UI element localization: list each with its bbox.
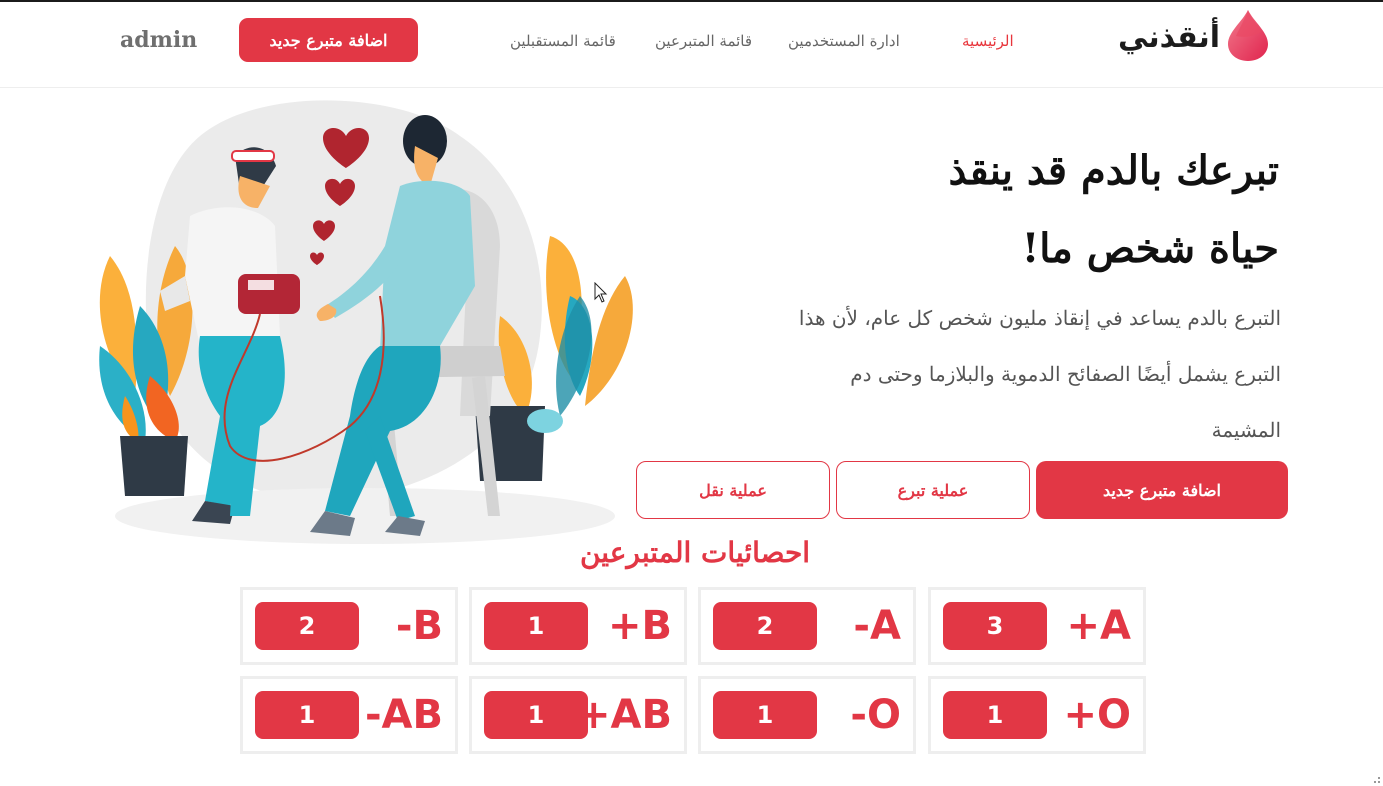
brand-name: أنقذني [1118, 20, 1221, 55]
resize-grip-icon[interactable] [1371, 774, 1381, 784]
nav-link-recipients-list[interactable]: قائمة المستقبلين [510, 32, 616, 50]
stat-card-o-positive: 1 O+ [928, 676, 1146, 754]
stat-count: 2 [713, 602, 817, 650]
stat-count: 1 [255, 691, 359, 739]
stat-count: 2 [255, 602, 359, 650]
blood-type-stats-grid: 3 A+ 2 A- 1 B+ 2 B- 1 O+ 1 O- 1 AB+ 1 AB… [240, 587, 1146, 755]
hero-description-line-2: التبرع يشمل أيضًا الصفائح الدموية والبلا… [850, 362, 1281, 386]
stat-card-a-negative: 2 A- [698, 587, 916, 665]
blood-type-label: O+ [1063, 692, 1131, 738]
hero-description: التبرع بالدم يساعد في إنقاذ مليون شخص كل… [681, 290, 1281, 458]
stats-title: احصائيات المتبرعين [579, 536, 811, 569]
stat-card-b-positive: 1 B+ [469, 587, 687, 665]
stat-count: 1 [484, 691, 588, 739]
stat-count: 1 [943, 691, 1047, 739]
blood-type-label: B+ [607, 603, 672, 649]
stat-card-a-positive: 3 A+ [928, 587, 1146, 665]
stat-card-b-negative: 2 B- [240, 587, 458, 665]
stat-card-o-negative: 1 O- [698, 676, 916, 754]
blood-donation-illustration [99, 100, 633, 544]
blood-type-label: AB+ [577, 692, 672, 738]
add-donor-button[interactable]: اضافة متبرع جديد [1036, 461, 1288, 519]
blood-type-label: O- [850, 692, 901, 738]
hero-title-line-1: تبرعك بالدم قد ينقذ [948, 147, 1279, 194]
transfer-operation-button[interactable]: عملية نقل [636, 461, 830, 519]
nav-link-home[interactable]: الرئيسية [962, 32, 1014, 50]
stat-card-ab-positive: 1 AB+ [469, 676, 687, 754]
blood-type-label: AB- [364, 692, 443, 738]
hero-description-line-3: المشيمة [1211, 418, 1281, 442]
mouse-pointer-icon [594, 282, 608, 303]
nav-link-donors-list[interactable]: قائمة المتبرعين [655, 32, 752, 50]
donation-operation-button[interactable]: عملية تبرع [836, 461, 1030, 519]
nav-link-users-management[interactable]: ادارة المستخدمين [788, 32, 900, 50]
blood-type-label: B- [395, 603, 443, 649]
blood-type-label: A+ [1066, 603, 1131, 649]
navbar: أنقذني الرئيسية ادارة المستخدمين قائمة ا… [0, 2, 1383, 88]
stat-count: 1 [713, 691, 817, 739]
stat-count: 3 [943, 602, 1047, 650]
blood-type-label: A- [853, 603, 901, 649]
hero-title: تبرعك بالدم قد ينقذ حياة شخص ما! [719, 132, 1279, 288]
brand-logo[interactable]: أنقذني [1118, 6, 1270, 66]
user-menu[interactable]: admin [120, 27, 197, 53]
hero-title-line-2: حياة شخص ما! [1021, 225, 1279, 272]
blood-drop-icon [1228, 10, 1268, 61]
stat-count: 1 [484, 602, 588, 650]
hero-description-line-1: التبرع بالدم يساعد في إنقاذ مليون شخص كل… [798, 306, 1281, 330]
stat-card-ab-negative: 1 AB- [240, 676, 458, 754]
add-donor-nav-button[interactable]: اضافة متبرع جديد [239, 18, 418, 62]
